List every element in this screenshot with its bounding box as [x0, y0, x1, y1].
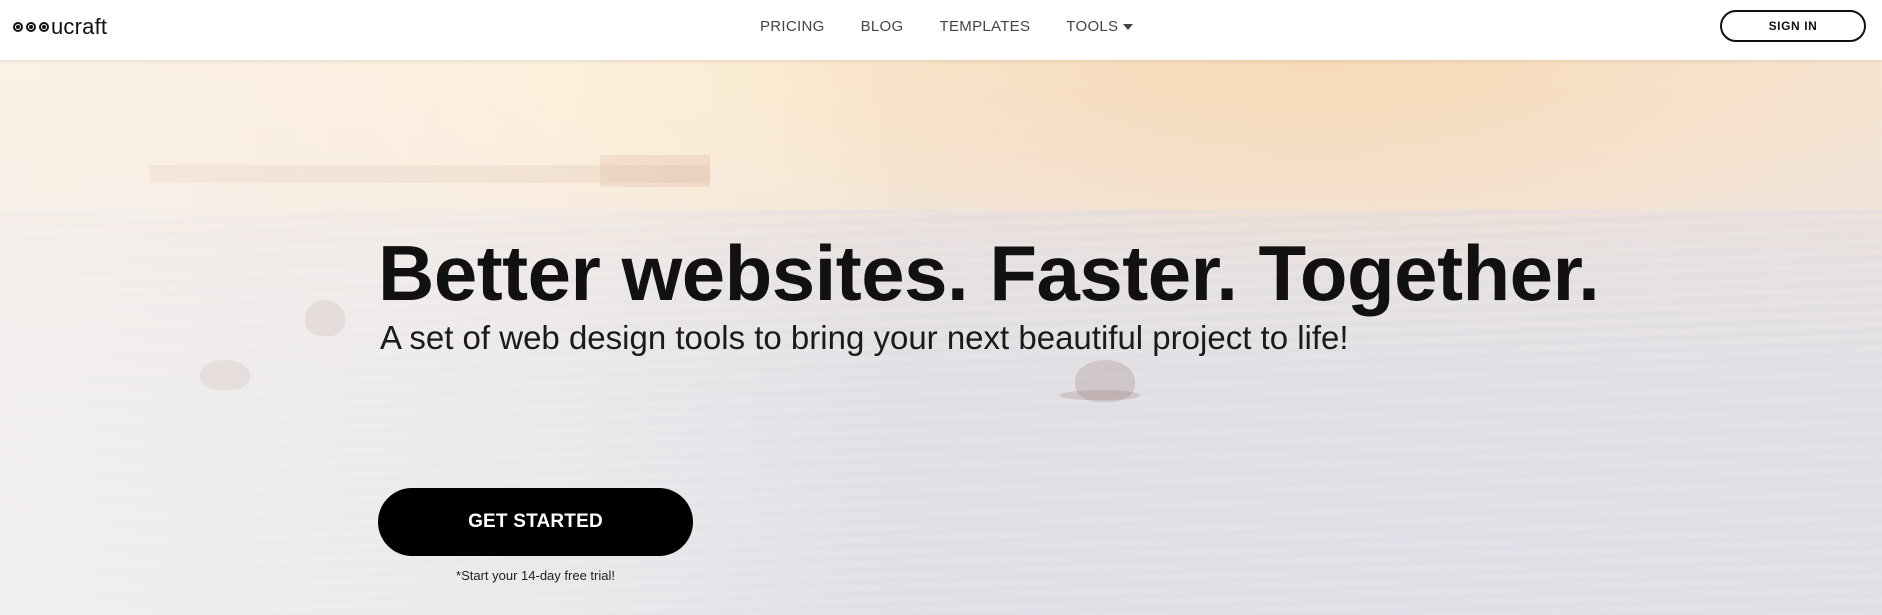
- get-started-button[interactable]: GET STARTED: [378, 488, 693, 556]
- trial-note: *Start your 14-day free trial!: [456, 568, 615, 583]
- logo-dot: [26, 22, 36, 32]
- logo-dots-icon: [13, 22, 49, 32]
- hero-content: Better websites. Faster. Together. A set…: [378, 229, 1600, 358]
- hero-title: Better websites. Faster. Together.: [378, 229, 1600, 317]
- caret-down-icon: [1123, 24, 1134, 30]
- logo-dot: [13, 22, 23, 32]
- hero-subtitle: A set of web design tools to bring your …: [380, 319, 1349, 356]
- top-navbar: ucraft PRICING BLOG TEMPLATES TOOLS SIGN…: [0, 0, 1882, 60]
- nav-item-tools-label: TOOLS: [1066, 17, 1119, 35]
- nav-item-tools[interactable]: TOOLS: [1066, 17, 1134, 35]
- logo-dot: [39, 22, 49, 32]
- nav-item-templates[interactable]: TEMPLATES: [940, 18, 1031, 35]
- nav-item-pricing[interactable]: PRICING: [760, 18, 825, 35]
- sign-in-button[interactable]: SIGN IN: [1720, 10, 1866, 42]
- main-nav: PRICING BLOG TEMPLATES TOOLS: [760, 0, 1134, 52]
- ucraft-logo[interactable]: ucraft: [13, 15, 107, 39]
- logo-text: ucraft: [51, 14, 108, 39]
- nav-item-blog[interactable]: BLOG: [861, 18, 904, 35]
- hero-background-surfer: [1060, 390, 1140, 400]
